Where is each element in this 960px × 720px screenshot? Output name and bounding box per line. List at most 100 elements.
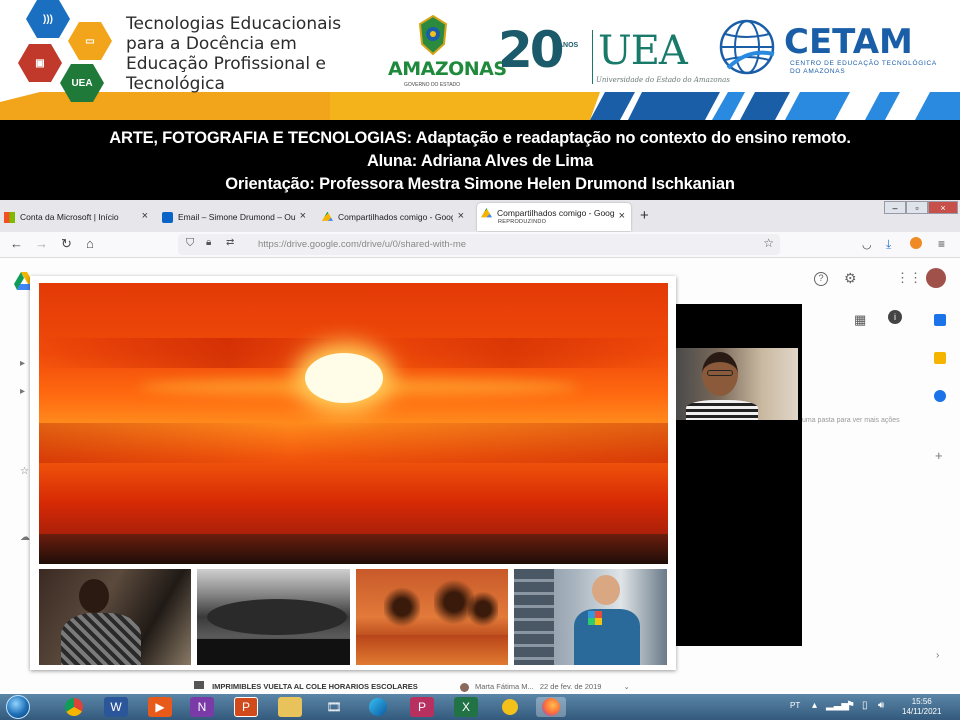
edge-icon[interactable] (366, 697, 390, 717)
back-icon[interactable]: ← (10, 236, 23, 251)
extension-icon[interactable] (910, 237, 922, 252)
tasks-icon[interactable] (934, 390, 946, 402)
tab-label: Compartilhados comigo - Goog (497, 208, 615, 218)
cetam-subtitle: CENTRO DE EDUCAÇÃO TECNOLÓGICA DO AMAZON… (790, 60, 937, 75)
cloud-band (39, 423, 668, 463)
media-player-icon[interactable]: ▶ (148, 697, 172, 717)
window-controls: – ▫ × (884, 201, 958, 214)
help-icon[interactable]: ? (814, 272, 828, 286)
file-name: IMPRIMIBLES VUELTA AL COLE HORARIOS ESCO… (212, 682, 418, 691)
keep-icon[interactable] (934, 352, 946, 364)
program-title: Tecnologias Educacionais para a Docência… (126, 14, 386, 94)
publisher-icon[interactable]: P (410, 697, 434, 717)
horizon-water (39, 534, 668, 564)
file-row[interactable]: IMPRIMIBLES VUELTA AL COLE HORARIOS ESCO… (194, 681, 630, 692)
sidebar-icon[interactable]: ☁ (20, 532, 30, 543)
flooded-trees-photo (356, 569, 508, 665)
close-icon[interactable]: × (619, 210, 625, 222)
student-name: Aluna: Adriana Alves de Lima (366, 152, 594, 170)
sidebar-icon[interactable]: ▸ (20, 386, 25, 397)
calendar-icon[interactable] (934, 314, 946, 326)
maximize-button[interactable]: ▫ (906, 201, 928, 214)
divider (592, 30, 593, 84)
uea-20-years-number: 20 (498, 21, 565, 79)
owner-avatar (459, 682, 469, 692)
drive-empty-hint: uma pasta para ver mais ações (802, 417, 900, 424)
address-bar[interactable]: ⛉ 🔒︎ ⇄ https://drive.google.com/drive/u/… (178, 234, 780, 255)
bookmark-star-icon[interactable]: ☆ (763, 236, 774, 250)
volume-icon[interactable]: 🔊︎ (878, 700, 884, 711)
onenote-icon[interactable]: N (190, 697, 214, 717)
close-icon[interactable]: × (300, 210, 306, 222)
forward-icon[interactable]: → (35, 236, 48, 251)
browser-tab-bar: Conta da Microsoft | Início × Email – Si… (0, 200, 960, 232)
sun (305, 353, 383, 403)
cetam-wordmark: CETAM (784, 22, 913, 62)
outlook-icon (162, 211, 173, 223)
sunset-photo (39, 283, 668, 564)
word-icon[interactable]: W (104, 697, 128, 717)
book-hex-icon: ▭ (68, 22, 112, 60)
drive-icon (322, 211, 333, 221)
apps-grid-icon[interactable]: ⋮⋮ (896, 270, 922, 286)
advisor-name: Orientação: Professora Mestra Simone Hel… (225, 175, 735, 193)
security-icon[interactable] (498, 697, 522, 717)
wifi-hex-icon: ))) (26, 0, 70, 38)
bookshelf (514, 569, 554, 665)
menu-icon[interactable]: ≡ (938, 237, 945, 251)
clock[interactable]: 15:56 14/11/2021 (902, 697, 941, 717)
minimize-button[interactable]: – (884, 201, 906, 214)
battery-icon[interactable]: ▯ (862, 700, 868, 711)
chevron-down-icon[interactable]: ⌄ (624, 682, 630, 691)
sidebar-icon[interactable]: ▸ (20, 358, 25, 369)
presenter-glasses (707, 370, 733, 376)
close-icon[interactable]: × (142, 210, 148, 222)
banner-stripes (0, 92, 960, 120)
firefox-icon[interactable] (536, 697, 566, 717)
amazonas-wordmark: AMAZONAS (388, 58, 507, 80)
tab-drive-shared-active[interactable]: Compartilhados comigo - Goog REPRODUZIND… (477, 203, 631, 231)
figure (61, 613, 141, 665)
file-date: 22 de fev. de 2019 (539, 682, 602, 691)
file-owner: Marta Fátima M... (475, 682, 534, 691)
powerpoint-icon[interactable]: P (234, 697, 258, 717)
tree (384, 585, 420, 629)
uea-wordmark: UEA (598, 28, 688, 74)
new-tab-button[interactable]: + (640, 207, 649, 224)
program-title-line: para a Docência em (126, 34, 297, 54)
tree (468, 589, 498, 629)
settings-gear-icon[interactable]: ⚙ (844, 270, 857, 287)
tab-outlook-email[interactable]: Email – Simone Drumond – Outl × (162, 206, 312, 228)
program-title-line: Tecnológica (126, 74, 225, 94)
tab-microsoft-account[interactable]: Conta da Microsoft | Início × (4, 206, 154, 228)
video-editor-icon[interactable]: 🎞︎ (322, 697, 346, 717)
show-hidden-icons[interactable]: ▴ (812, 700, 817, 711)
add-addon-icon[interactable]: + (935, 448, 943, 463)
uea-signature: Universidade do Estado do Amazonas (596, 76, 730, 84)
start-button[interactable] (6, 695, 30, 719)
file-explorer-icon[interactable] (278, 697, 302, 717)
action-center-icon[interactable]: ⚑ (846, 700, 855, 711)
globe-icon (719, 19, 775, 75)
excel-icon[interactable]: X (454, 697, 478, 717)
download-icon[interactable]: ⤓ (886, 237, 891, 252)
boy-with-cube-photo (514, 569, 667, 665)
expand-icon[interactable]: › (936, 650, 939, 661)
tab-drive-shared[interactable]: Compartilhados comigo - Goog × (322, 206, 470, 228)
reload-icon[interactable]: ↻ (61, 236, 72, 252)
language-indicator[interactable]: PT (790, 701, 800, 710)
grid-view-icon[interactable]: ▦ (854, 312, 866, 328)
info-icon[interactable]: i (888, 310, 902, 324)
lock-icon: 🔒︎ (206, 237, 212, 248)
tab-label: Conta da Microsoft | Início (20, 212, 119, 222)
avatar[interactable] (926, 268, 946, 288)
close-window-button[interactable]: × (928, 201, 958, 214)
pocket-icon[interactable]: ◡ (862, 238, 872, 251)
chrome-icon[interactable] (62, 697, 86, 717)
header-banner: ))) ▭ ▣ UEA Tecnologias Educacionais par… (0, 0, 960, 120)
home-icon[interactable]: ⌂ (86, 236, 94, 251)
computer-hex-icon: ▣ (18, 44, 62, 82)
close-icon[interactable]: × (458, 210, 464, 222)
amazonas-crest-icon (418, 14, 448, 56)
sidebar-icon[interactable]: ☆ (20, 466, 29, 477)
